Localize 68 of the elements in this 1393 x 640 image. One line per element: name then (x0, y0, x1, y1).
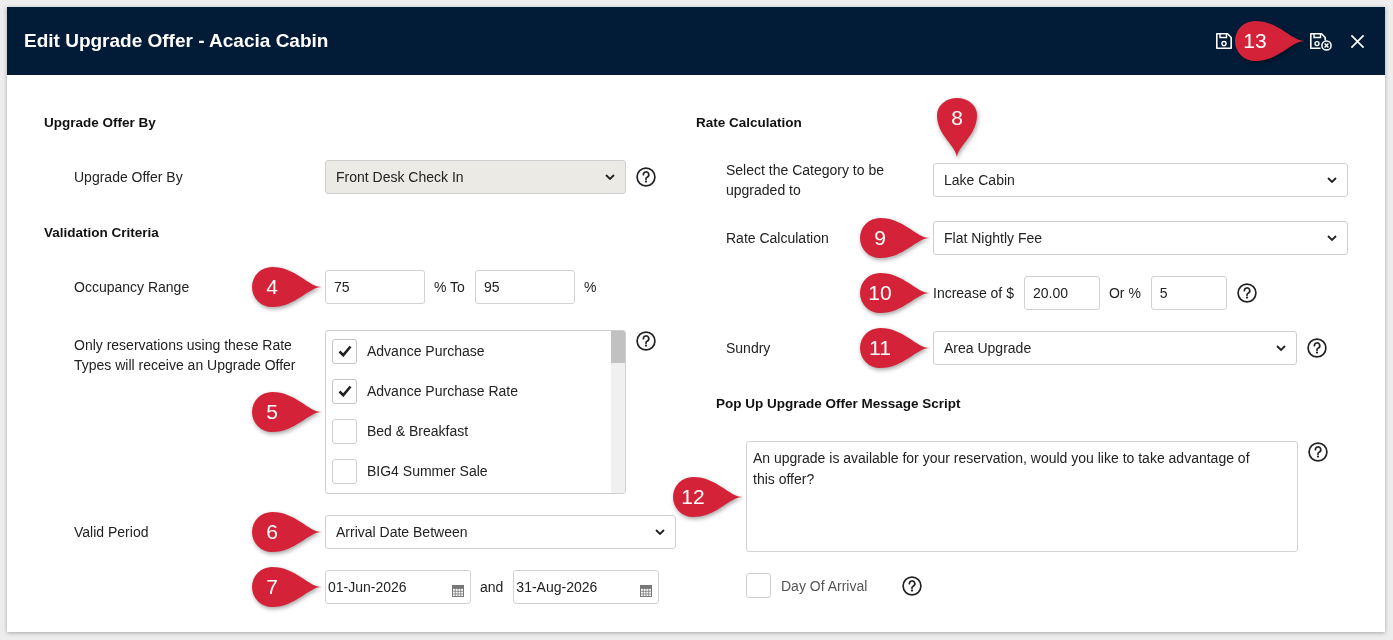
step-callout: 11 (860, 328, 930, 368)
scrollbar-thumb[interactable] (611, 331, 625, 363)
rate-type-label[interactable]: Advance Purchase (367, 343, 485, 359)
range-separator: % To (434, 279, 465, 295)
occupancy-from-input[interactable]: 75 (325, 270, 425, 304)
category-dropdown[interactable]: Lake Cabin (933, 163, 1348, 197)
rate-type-label[interactable]: Bed & Breakfast (367, 423, 469, 439)
field-label: Only reservations using these Rate Types will receive an Upgrade Offer (74, 336, 297, 375)
step-callout: 6 (252, 512, 322, 552)
increase-percent-input[interactable]: 5 (1150, 276, 1227, 310)
step-callout: 9 (860, 218, 930, 258)
field-label: Occupancy Range (74, 278, 190, 297)
increase-amount-input[interactable]: 20.00 (1023, 276, 1100, 310)
chevron-down-icon (605, 174, 615, 180)
step-callout: 8 (937, 98, 977, 158)
help-icon[interactable] (1236, 283, 1257, 303)
chevron-down-icon (1327, 177, 1337, 183)
checkmark-icon (337, 385, 352, 397)
field-label: Upgrade Offer By (74, 168, 183, 187)
help-icon[interactable] (636, 331, 656, 351)
checkbox[interactable] (332, 338, 357, 364)
calendar-icon[interactable] (452, 585, 464, 597)
checkmark-icon (337, 345, 352, 357)
dialog-title: Edit Upgrade Offer - Acacia Cabin (24, 30, 329, 52)
help-icon[interactable] (902, 575, 923, 596)
checkbox[interactable] (332, 418, 357, 444)
increase-amount-label: Increase of $ (933, 285, 1014, 301)
section-heading: Pop Up Upgrade Offer Message Script (716, 395, 961, 411)
step-callout: 12 (673, 476, 743, 517)
close-button[interactable] (1350, 33, 1365, 49)
step-callout: 7 (252, 567, 322, 607)
checkbox[interactable] (746, 573, 771, 598)
chevron-down-icon (1276, 345, 1286, 351)
save-and-close-button[interactable] (1308, 31, 1332, 51)
message-text-area[interactable]: An upgrade is available for your reservation, would you like to take advantage of this offer? (746, 441, 1298, 552)
scrollbar[interactable] (611, 331, 625, 493)
step-callout: 4 (252, 267, 322, 307)
start-date-field[interactable]: 01-Jun-2026 (325, 570, 471, 604)
end-date-field[interactable]: 31-Aug-2026 (513, 570, 660, 604)
section-heading: Rate Calculation (696, 114, 802, 130)
checkbox[interactable] (332, 378, 357, 404)
valid-period-dropdown[interactable]: Arrival Date Between (325, 515, 676, 549)
field-label: Valid Period (74, 523, 149, 542)
section-heading: Validation Criteria (44, 224, 159, 240)
calendar-icon[interactable] (640, 585, 653, 597)
chevron-down-icon (1327, 235, 1337, 241)
close-icon (1350, 33, 1365, 49)
field-label: Rate Calculation (726, 229, 829, 248)
section-heading: Upgrade Offer By (44, 114, 156, 130)
occupancy-to-input[interactable]: 95 (474, 270, 575, 304)
help-icon[interactable] (1308, 442, 1328, 462)
floppy-disk-x-icon (1308, 31, 1332, 51)
rate-type-label[interactable]: Advance Purchase Rate (367, 383, 518, 399)
help-icon[interactable] (1307, 338, 1327, 358)
step-callout: 5 (252, 392, 322, 432)
sundry-dropdown[interactable]: Area Upgrade (933, 331, 1297, 365)
field-label: Sundry (726, 339, 771, 358)
percent-unit: % (583, 279, 597, 295)
checkbox[interactable] (332, 458, 357, 484)
date-joiner: and (480, 579, 504, 595)
rate-type-label[interactable]: BIG4 Summer Sale (367, 463, 488, 479)
increase-percent-label: Or % (1108, 285, 1141, 301)
checkbox-label[interactable]: Day Of Arrival (781, 577, 868, 594)
step-callout: 10 (860, 273, 930, 313)
chevron-down-icon (655, 529, 665, 535)
rate-calculation-dropdown[interactable]: Flat Nightly Fee (933, 221, 1348, 255)
field-label: Select the Category to be upgraded to (726, 161, 885, 200)
save-button[interactable] (1214, 31, 1234, 51)
